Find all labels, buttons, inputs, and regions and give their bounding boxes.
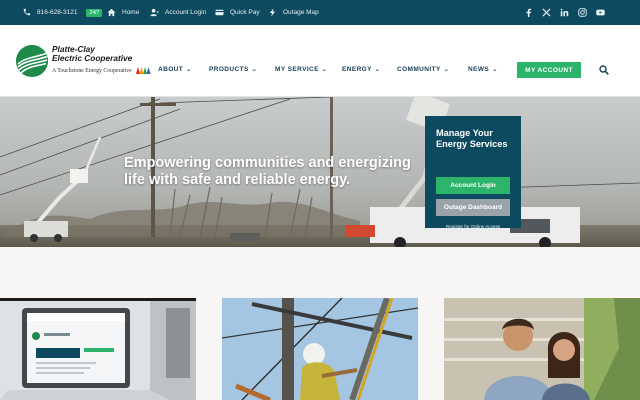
chevron-down-icon: ⌄ xyxy=(186,67,192,73)
touchstone-energy-logo-icon xyxy=(136,67,151,74)
phone-number: 816-628-3121 xyxy=(37,9,78,16)
cooperative-name-line2: Electric Cooperative xyxy=(52,53,133,63)
youtube-icon[interactable] xyxy=(596,8,605,17)
home-link[interactable]: Home xyxy=(107,0,139,25)
phone-link[interactable]: 816-628-3121 24/7 xyxy=(22,0,103,25)
availability-badge: 24/7 xyxy=(86,8,103,17)
nav-energy[interactable]: ENERGY ⌄ xyxy=(342,66,380,73)
home-link-label: Home xyxy=(122,9,140,16)
nav-my-service-label: MY SERVICE xyxy=(275,66,319,73)
smiling-couple-image xyxy=(444,298,640,400)
lineworker-pole-image xyxy=(222,298,418,400)
site-header: Platte-Clay Electric Cooperative A Touch… xyxy=(0,25,640,97)
laptop-account-image xyxy=(0,298,196,400)
nav-news-label: NEWS xyxy=(468,66,490,73)
nav-community[interactable]: COMMUNITY ⌄ xyxy=(397,66,449,73)
chevron-down-icon: ⌄ xyxy=(374,67,381,73)
cooperative-name[interactable]: Platte-Clay Electric Cooperative xyxy=(52,45,132,63)
chevron-down-icon: ⌄ xyxy=(251,67,258,73)
outage-dashboard-button[interactable]: Outage Dashboard xyxy=(436,199,510,216)
social-links xyxy=(524,0,605,25)
card-members-image[interactable] xyxy=(444,298,640,400)
hero-banner: Empowering communities and energizing li… xyxy=(0,97,640,247)
user-icon xyxy=(150,8,159,17)
nav-energy-label: ENERGY xyxy=(342,66,372,73)
my-account-button[interactable]: MY ACCOUNT xyxy=(517,62,581,78)
touchstone-tagline-text: A Touchstone Energy Cooperative xyxy=(52,67,132,74)
linkedin-icon[interactable] xyxy=(560,8,569,17)
account-login-button[interactable]: Account Login xyxy=(436,177,510,194)
manage-energy-panel: Manage Your Energy Services Account Logi… xyxy=(425,116,521,229)
x-icon[interactable] xyxy=(542,8,551,17)
cooperative-logo-icon[interactable] xyxy=(16,45,48,77)
nav-community-label: COMMUNITY xyxy=(397,66,441,73)
chevron-down-icon: ⌄ xyxy=(321,67,328,73)
instagram-icon[interactable] xyxy=(578,8,587,17)
outage-map-link[interactable]: Outage Map xyxy=(268,0,319,25)
home-icon xyxy=(107,8,116,17)
nav-news[interactable]: NEWS ⌄ xyxy=(468,66,498,73)
search-icon[interactable] xyxy=(599,65,609,75)
chevron-down-icon: ⌄ xyxy=(443,67,450,73)
nav-products[interactable]: PRODUCTS ⌄ xyxy=(209,66,257,73)
card-online-account-image[interactable] xyxy=(0,298,196,400)
quick-pay-label: Quick Pay xyxy=(230,9,260,16)
card-lineworker-image[interactable] xyxy=(222,298,418,400)
hero-tagline: Empowering communities and energizing li… xyxy=(124,155,411,188)
nav-products-label: PRODUCTS xyxy=(209,66,249,73)
bolt-icon xyxy=(269,8,276,17)
nav-my-service[interactable]: MY SERVICE ⌄ xyxy=(275,66,327,73)
account-login-label: Account Login xyxy=(165,9,207,16)
top-utility-bar: 816-628-3121 24/7 Home Account Login Qui… xyxy=(0,0,640,25)
credit-card-icon xyxy=(215,9,224,16)
account-login-link[interactable]: Account Login xyxy=(150,0,206,25)
nav-about-label: ABOUT xyxy=(158,66,184,73)
quick-pay-link[interactable]: Quick Pay xyxy=(215,0,260,25)
panel-title: Manage Your Energy Services xyxy=(436,128,508,149)
chevron-down-icon: ⌄ xyxy=(492,67,498,73)
register-online-access-link[interactable]: Register for Online Access xyxy=(436,224,510,229)
phone-icon xyxy=(23,8,31,16)
outage-map-label: Outage Map xyxy=(283,9,319,16)
nav-about[interactable]: ABOUT ⌄ xyxy=(158,66,192,73)
facebook-icon[interactable] xyxy=(524,8,533,17)
touchstone-tagline: A Touchstone Energy Cooperative xyxy=(52,66,151,75)
